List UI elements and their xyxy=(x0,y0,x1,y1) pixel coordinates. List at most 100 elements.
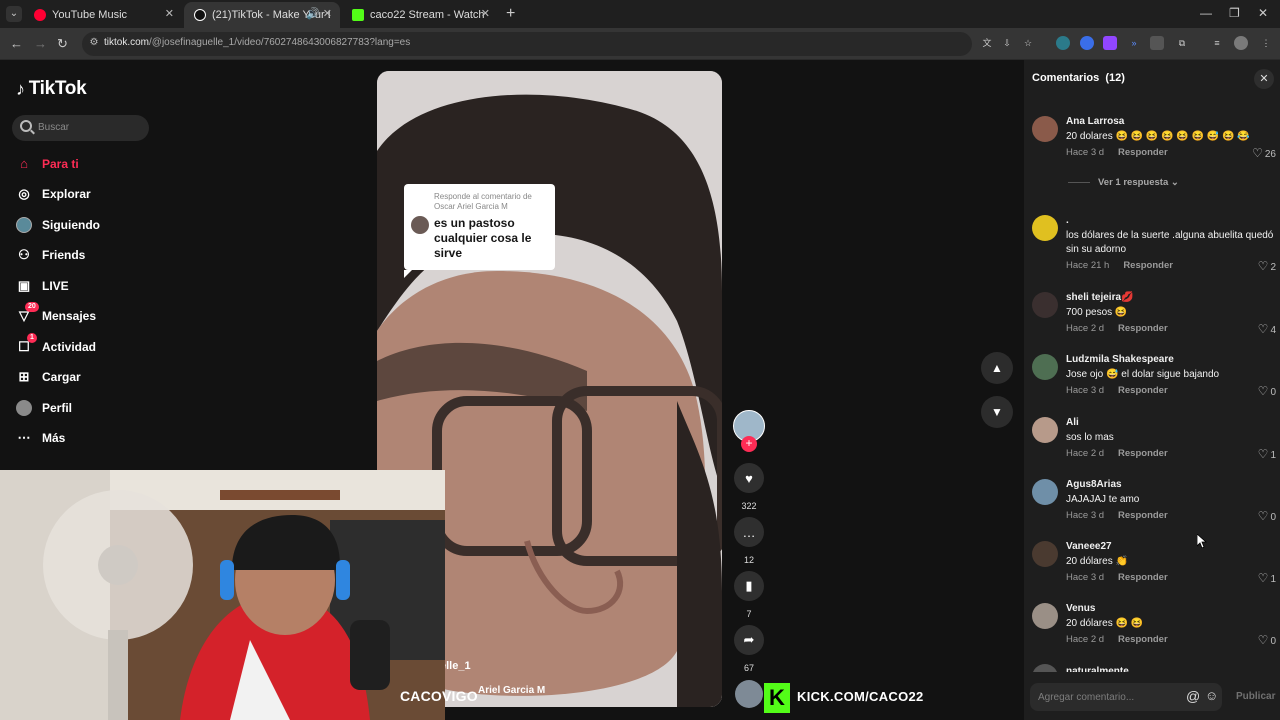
back-icon[interactable]: ← xyxy=(10,36,23,51)
new-tab-button[interactable]: + xyxy=(506,5,515,23)
sidebar-item-live[interactable]: ▣ LIVE xyxy=(16,276,69,296)
reply-button[interactable]: Responder xyxy=(1118,634,1168,645)
close-window-icon[interactable]: ✕ xyxy=(1258,6,1268,20)
tab-title: caco22 Stream - Watch Live on xyxy=(370,9,488,21)
sidebar-item-mensajes[interactable]: ▽ 20 Mensajes xyxy=(16,302,96,326)
browser-toolbar: ← → ↻ ⚙ tiktok.com/@josefinaguelle_1/vid… xyxy=(0,28,1280,60)
twitch-extension-icon[interactable] xyxy=(1103,36,1117,50)
extension-icon[interactable] xyxy=(1056,36,1070,50)
tiktok-logo[interactable]: ♪ TikTok xyxy=(16,78,87,100)
comment-like-button[interactable]: ♡ 0 xyxy=(1258,633,1276,647)
comment-avatar[interactable] xyxy=(1032,417,1058,443)
install-app-icon[interactable]: ⇩ xyxy=(1000,36,1014,50)
reply-button[interactable]: Responder xyxy=(1118,572,1168,583)
comment-like-count: 1 xyxy=(1270,574,1276,585)
speaker-icon[interactable]: 🔊 xyxy=(306,2,320,26)
comment-like-button[interactable]: ♡ 0 xyxy=(1258,509,1276,523)
sidebar-item-perfil[interactable]: Perfil xyxy=(16,398,72,418)
comment-username[interactable]: Agus8Arias xyxy=(1066,479,1122,490)
previous-video-button[interactable]: ▲ xyxy=(981,352,1013,384)
close-comments-button[interactable]: ✕ xyxy=(1254,69,1274,89)
comment-item: Ludzmila Shakespeare Jose ojo 😅 el dolar… xyxy=(1032,354,1276,399)
reply-button[interactable]: Responder xyxy=(1118,147,1168,158)
close-tab-icon[interactable]: ✕ xyxy=(323,2,332,26)
profile-avatar-icon[interactable] xyxy=(1234,36,1248,50)
sidebar-item-label: Para ti xyxy=(42,157,79,171)
kick-icon xyxy=(352,9,364,21)
comment-avatar[interactable] xyxy=(1032,541,1058,567)
sidebar-item-para-ti[interactable]: ⌂ Para ti xyxy=(16,154,79,174)
close-tab-icon[interactable]: ✕ xyxy=(165,2,174,26)
comment-username[interactable]: sheli tejeira💋 xyxy=(1066,292,1133,303)
reply-button[interactable]: Responder xyxy=(1118,385,1168,396)
sidebar-item-siguiendo[interactable]: Siguiendo xyxy=(16,215,100,235)
publish-button[interactable]: Publicar xyxy=(1236,691,1275,702)
translate-icon[interactable]: 文 xyxy=(980,36,994,50)
chevron-up-icon: ▲ xyxy=(991,361,1003,375)
tab-list-button[interactable]: ⌄ xyxy=(6,6,22,22)
comment-username[interactable]: naturalmente xyxy=(1066,666,1129,672)
media-controls-icon[interactable]: ≡ xyxy=(1210,36,1224,50)
address-bar[interactable]: ⚙ tiktok.com/@josefinaguelle_1/video/760… xyxy=(82,32,972,56)
comment-like-button[interactable]: ♡ 26 xyxy=(1252,146,1276,160)
extension-icon[interactable] xyxy=(1080,36,1094,50)
sidebar-item-label: Más xyxy=(42,431,66,445)
emoji-icon[interactable]: ☺ xyxy=(1205,688,1218,703)
sidebar-item-mas[interactable]: ⋯ Más xyxy=(16,428,66,448)
comment-like-button[interactable]: ♡ 0 xyxy=(1258,384,1276,398)
comment-avatar[interactable] xyxy=(1032,116,1058,142)
extensions-puzzle-icon[interactable]: ⧉ xyxy=(1175,36,1189,50)
search-input[interactable]: Buscar xyxy=(12,115,149,141)
site-info-icon[interactable]: ⚙ xyxy=(88,37,100,49)
comment-username[interactable]: Ana Larrosa xyxy=(1066,116,1124,127)
reload-icon[interactable]: ↻ xyxy=(57,36,68,52)
comment-avatar[interactable] xyxy=(1032,664,1058,672)
comment-username[interactable]: . xyxy=(1066,215,1069,226)
comment-username[interactable]: Vaneee27 xyxy=(1066,541,1112,552)
sidebar-item-cargar[interactable]: ⊞ Cargar xyxy=(16,367,81,387)
comment-avatar[interactable] xyxy=(1032,603,1058,629)
extension-icon[interactable] xyxy=(1150,36,1164,50)
sidebar-item-actividad[interactable]: ☐ 1 Actividad xyxy=(16,333,96,357)
forward-icon[interactable]: → xyxy=(34,36,47,51)
like-button[interactable]: ♥ 322 xyxy=(733,463,765,511)
mention-icon[interactable]: @ xyxy=(1186,688,1200,704)
sidebar-item-friends[interactable]: ⚇ Friends xyxy=(16,245,85,265)
comment-avatar[interactable] xyxy=(1032,215,1058,241)
comment-meta: Hace 3 d Responder xyxy=(1066,385,1168,396)
comment-username[interactable]: Ali xyxy=(1066,417,1079,428)
comment-username[interactable]: Venus xyxy=(1066,603,1095,614)
comment-input[interactable]: Agregar comentario... @ ☺ xyxy=(1030,683,1222,711)
comment-button[interactable]: … 12 xyxy=(733,517,765,565)
comment-like-button[interactable]: ♡ 1 xyxy=(1258,447,1276,461)
bookmark-star-icon[interactable]: ☆ xyxy=(1021,36,1035,50)
sidebar-item-label: Explorar xyxy=(42,187,91,201)
comment-avatar[interactable] xyxy=(1032,354,1058,380)
reply-button[interactable]: Responder xyxy=(1123,260,1173,271)
comments-header: Comentarios (12) xyxy=(1032,72,1125,84)
reply-button[interactable]: Responder xyxy=(1118,323,1168,334)
minimize-icon[interactable]: — xyxy=(1200,6,1212,20)
comment-avatar[interactable] xyxy=(1032,479,1058,505)
follow-plus-icon[interactable]: + xyxy=(741,436,757,452)
comment-like-button[interactable]: ♡ 4 xyxy=(1258,322,1276,336)
extension-icon[interactable]: » xyxy=(1127,36,1141,50)
see-replies-button[interactable]: Ver 1 respuesta ⌄ xyxy=(1068,177,1179,188)
restore-icon[interactable]: ❐ xyxy=(1229,6,1240,20)
comment-text: 20 dolares 😆 😆 😆 😆 😆 😆 😅 😆 😂 xyxy=(1066,131,1250,142)
next-video-button[interactable]: ▼ xyxy=(981,396,1013,428)
tab-kick-stream[interactable]: caco22 Stream - Watch Live on ✕ xyxy=(342,2,498,28)
menu-kebab-icon[interactable]: ⋮ xyxy=(1259,36,1273,50)
tab-tiktok[interactable]: (21)TikTok - Make Your Day 🔊 ✕ xyxy=(184,2,340,28)
reply-button[interactable]: Responder xyxy=(1118,510,1168,521)
share-button[interactable]: ➦ 67 xyxy=(733,625,765,673)
tab-youtube-music[interactable]: YouTube Music ✕ xyxy=(24,2,182,28)
save-button[interactable]: ▮ 7 xyxy=(733,571,765,619)
comment-like-button[interactable]: ♡ 2 xyxy=(1258,259,1276,273)
close-tab-icon[interactable]: ✕ xyxy=(481,2,490,26)
reply-button[interactable]: Responder xyxy=(1118,448,1168,459)
comment-avatar[interactable] xyxy=(1032,292,1058,318)
comment-username[interactable]: Ludzmila Shakespeare xyxy=(1066,354,1174,365)
sidebar-item-explorar[interactable]: ◎ Explorar xyxy=(16,184,91,204)
comment-like-button[interactable]: ♡ 1 xyxy=(1258,571,1276,585)
